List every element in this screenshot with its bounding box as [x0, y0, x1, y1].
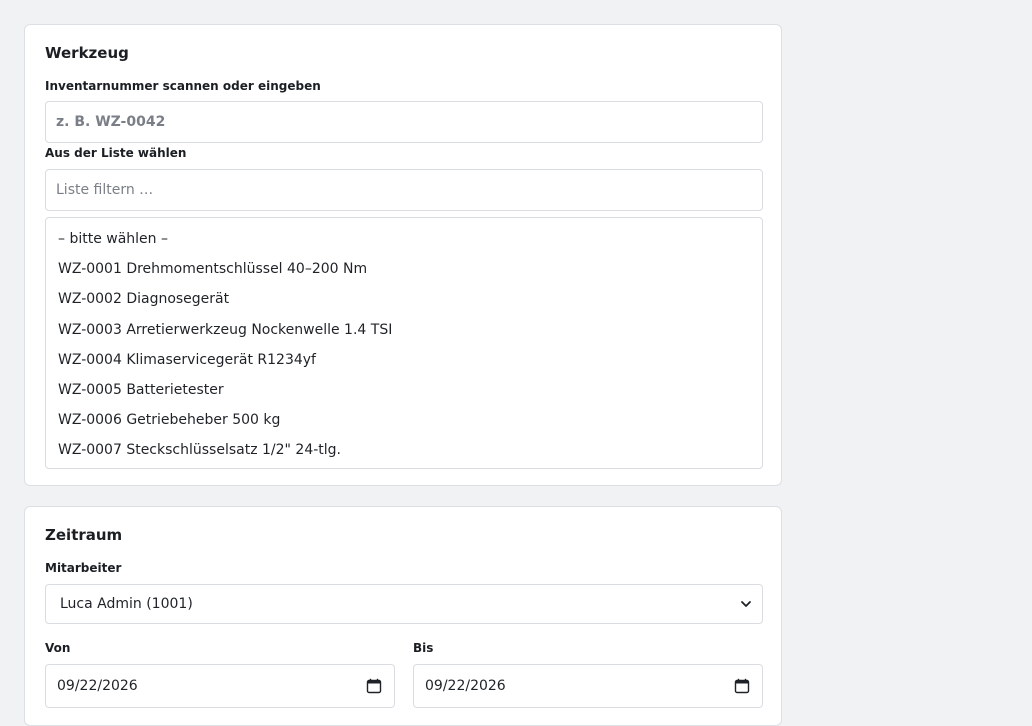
to-date-input[interactable]: 09/22/2026	[413, 664, 763, 708]
calendar-icon[interactable]	[366, 678, 382, 694]
tool-section-title: Werkzeug	[45, 44, 129, 62]
employee-label: Mitarbeiter	[45, 561, 122, 575]
list-option[interactable]: WZ-0007 Steckschlüsselsatz 1/2" 24-tlg.	[46, 435, 762, 465]
list-option[interactable]: WZ-0004 Klimaservicegerät R1234yf	[46, 345, 762, 375]
list-option-placeholder[interactable]: – bitte wählen –	[46, 224, 762, 254]
scan-label: Inventarnummer scannen oder eingeben	[45, 79, 321, 93]
list-filter-input[interactable]	[45, 169, 763, 211]
calendar-icon[interactable]	[734, 678, 750, 694]
period-section-title: Zeitraum	[45, 526, 123, 544]
from-label: Von	[45, 641, 71, 655]
inventory-number-input[interactable]	[45, 101, 763, 143]
list-option[interactable]: WZ-0002 Diagnosegerät	[46, 284, 762, 314]
list-option[interactable]: WZ-0005 Batterietester	[46, 375, 762, 405]
list-option[interactable]: WZ-0001 Drehmomentschlüssel 40–200 Nm	[46, 254, 762, 284]
tool-card: Werkzeug Inventarnummer scannen oder ein…	[24, 24, 782, 486]
list-label: Aus der Liste wählen	[45, 146, 187, 160]
chevron-down-icon	[741, 601, 751, 607]
to-label: Bis	[413, 641, 434, 655]
period-card: Zeitraum Mitarbeiter Luca Admin (1001) V…	[24, 506, 782, 726]
from-date-value: 09/22/2026	[57, 678, 138, 694]
to-date-value: 09/22/2026	[425, 678, 506, 694]
list-option[interactable]: WZ-0003 Arretierwerkzeug Nockenwelle 1.4…	[46, 315, 762, 345]
from-date-input[interactable]: 09/22/2026	[45, 664, 395, 708]
tool-listbox[interactable]: – bitte wählen – WZ-0001 Drehmomentschlü…	[45, 217, 763, 469]
employee-select[interactable]: Luca Admin (1001)	[45, 584, 763, 624]
list-option[interactable]: WZ-0006 Getriebeheber 500 kg	[46, 405, 762, 435]
employee-select-value: Luca Admin (1001)	[60, 596, 193, 612]
